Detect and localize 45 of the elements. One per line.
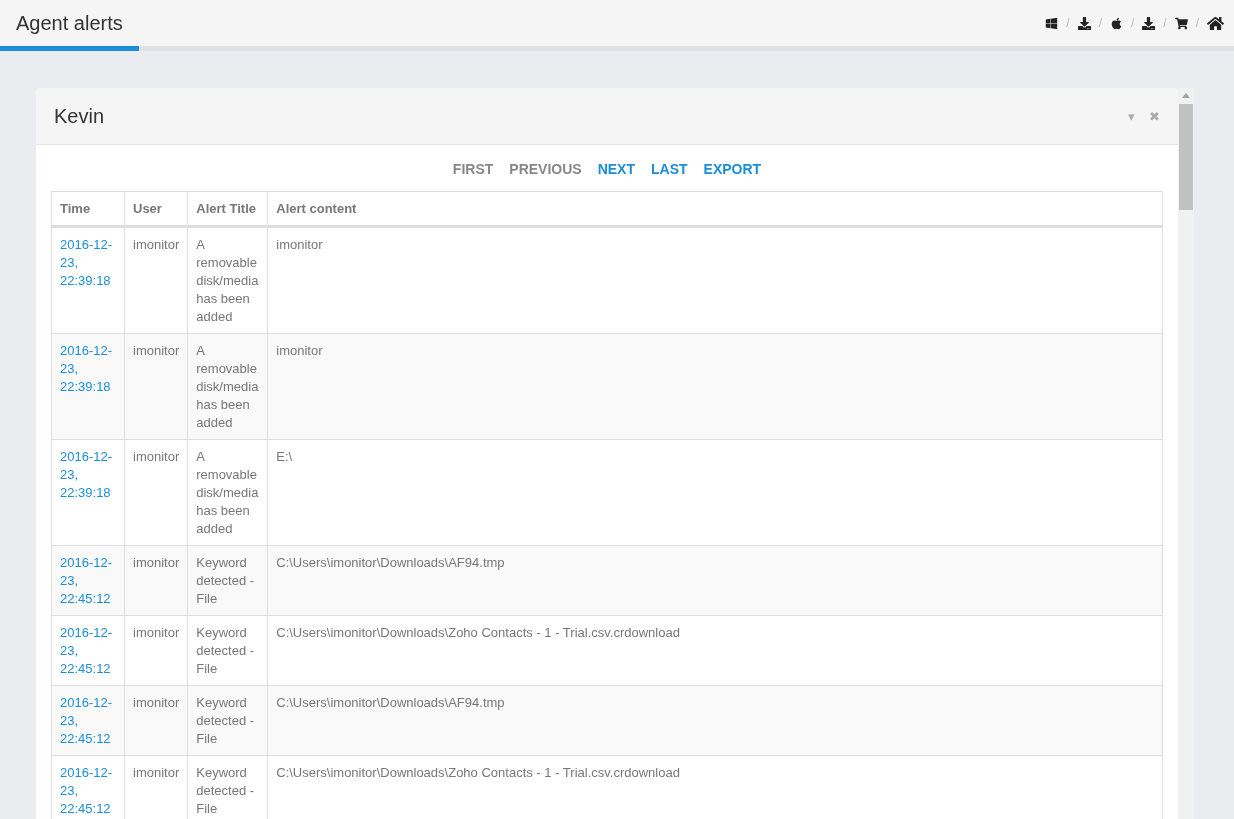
table-cell: C:\Users\imonitor\Downloads\Zoho Contacts - 1 - Trial.csv.crdownload	[267, 615, 1163, 686]
table-cell: C:\Users\imonitor\Downloads\AF94.tmp	[267, 545, 1163, 616]
table-cell: imonitor	[124, 226, 188, 334]
scrollbar[interactable]	[1178, 88, 1194, 819]
pagination-link[interactable]: NEXT	[597, 161, 635, 177]
time-link[interactable]: 2016-12-23, 22:45:12	[51, 755, 125, 819]
time-link[interactable]: 2016-12-23, 22:39:18	[51, 226, 125, 334]
separator: /	[1066, 16, 1070, 30]
separator: /	[1098, 16, 1102, 30]
pagination-link[interactable]: LAST	[651, 161, 688, 177]
table-cell: C:\Users\imonitor\Downloads\AF94.tmp	[267, 685, 1163, 756]
time-link[interactable]: 2016-12-23, 22:39:18	[51, 439, 125, 546]
collapse-button[interactable]: ▾	[1128, 108, 1135, 124]
table-cell: imonitor	[267, 333, 1163, 440]
download-icon[interactable]	[1142, 16, 1156, 30]
table-cell: imonitor	[124, 685, 188, 756]
table-cell: Keyword detected - File	[187, 615, 268, 686]
table-cell: imonitor	[124, 333, 188, 440]
time-link[interactable]: 2016-12-23, 22:45:12	[51, 545, 125, 616]
table-cell: A removable disk/media has been added	[187, 333, 268, 440]
separator: /	[1130, 16, 1135, 30]
table-cell: Keyword detected - File	[187, 545, 268, 616]
table-cell: imonitor	[267, 226, 1163, 334]
table-cell: imonitor	[124, 439, 188, 546]
table-cell: A removable disk/media has been added	[187, 439, 268, 546]
table-cell: E:\	[267, 439, 1163, 546]
table-cell: imonitor	[124, 615, 188, 686]
close-button[interactable]: ✖	[1149, 108, 1160, 124]
time-link[interactable]: 2016-12-23, 22:45:12	[51, 685, 125, 756]
apple-icon[interactable]	[1109, 16, 1123, 30]
windows-icon[interactable]	[1045, 16, 1059, 30]
scrollbar-thumb[interactable]	[1179, 104, 1193, 210]
download-icon[interactable]	[1077, 16, 1091, 30]
separator: /	[1195, 16, 1199, 30]
pagination-link[interactable]: EXPORT	[703, 161, 762, 177]
cart-icon[interactable]	[1174, 16, 1188, 30]
home-icon[interactable]	[1207, 14, 1224, 32]
separator: /	[1163, 16, 1167, 30]
table-cell: imonitor	[124, 545, 188, 616]
panel-title: Kevin	[54, 104, 106, 128]
table-cell: A removable disk/media has been added	[187, 226, 268, 334]
time-link[interactable]: 2016-12-23, 22:39:18	[51, 333, 125, 440]
time-link[interactable]: 2016-12-23, 22:45:12	[51, 615, 125, 686]
table-cell: Keyword detected - File	[187, 685, 268, 756]
page-tab[interactable]: Agent alerts	[0, 0, 139, 51]
